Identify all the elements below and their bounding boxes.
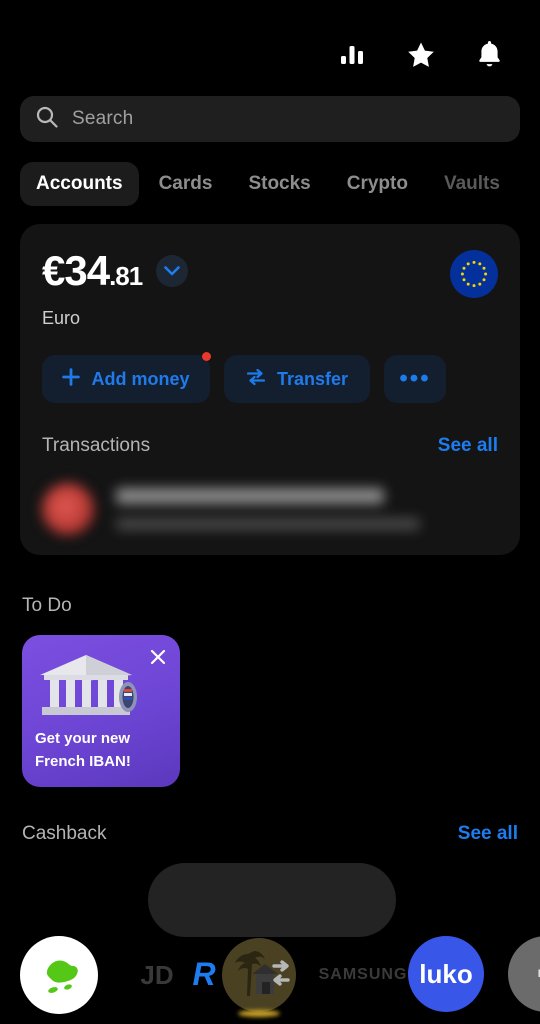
balance-row: €34.81 xyxy=(42,250,498,292)
todo-title: To Do xyxy=(22,595,72,616)
cashback-pill[interactable] xyxy=(148,863,396,937)
tab-accounts[interactable]: Accounts xyxy=(20,162,139,206)
avatar xyxy=(42,483,94,535)
todo-card-french-iban[interactable]: Get your new French IBAN! xyxy=(22,635,180,787)
account-balance: €34.81 xyxy=(42,247,143,294)
search-section: Search xyxy=(0,76,540,142)
table-row[interactable] xyxy=(42,483,498,535)
cashback-see-all[interactable]: See all xyxy=(458,823,518,845)
search-placeholder: Search xyxy=(72,108,134,129)
tab-stocks[interactable]: Stocks xyxy=(232,162,326,206)
transaction-text xyxy=(116,488,498,530)
todo-card-text: Get your new French IBAN! xyxy=(35,728,131,773)
more-icon: ••• xyxy=(399,365,431,392)
plus-icon xyxy=(62,367,81,391)
balance-cents: .81 xyxy=(109,261,143,291)
currency-name: Euro xyxy=(42,308,81,328)
bank-building-icon xyxy=(40,655,137,715)
tab-cards[interactable]: Cards xyxy=(143,162,229,206)
star-icon[interactable] xyxy=(406,39,436,69)
tab-bar: Accounts Cards Stocks Crypto Vaults xyxy=(0,142,540,206)
search-input[interactable]: Search xyxy=(20,96,520,142)
tab-vaults[interactable]: Vaults xyxy=(428,162,516,206)
transfer-button[interactable]: Transfer xyxy=(224,355,370,403)
bell-icon[interactable] xyxy=(474,39,504,69)
add-money-label: Add money xyxy=(91,368,190,389)
cashback-row xyxy=(0,855,540,945)
close-icon[interactable] xyxy=(150,649,166,665)
todo-line-1: Get your new xyxy=(35,730,131,747)
cashback-header: Cashback See all xyxy=(0,787,540,845)
top-icon-bar xyxy=(0,0,540,76)
transaction-subtitle xyxy=(116,518,420,530)
transactions-header: Transactions See all xyxy=(42,435,498,457)
transactions-see-all[interactable]: See all xyxy=(438,435,498,457)
chevron-down-icon[interactable] xyxy=(156,255,189,287)
cashback-title: Cashback xyxy=(22,823,107,844)
transaction-title xyxy=(116,488,384,504)
add-money-button[interactable]: Add money xyxy=(42,352,211,403)
holiday-transfer-overlay-icon[interactable] xyxy=(222,938,296,1012)
transfer-icon xyxy=(246,368,266,391)
revolut-r-logo[interactable]: R xyxy=(182,952,226,996)
search-icon xyxy=(36,106,58,133)
jd-logo[interactable]: JD xyxy=(134,952,180,998)
app-screen: Search Accounts Cards Stocks Crypto Vaul… xyxy=(0,0,540,1024)
account-card: €34.81 Euro Add money Transfer ••• Trans… xyxy=(20,224,520,555)
green-blob-logo[interactable] xyxy=(20,936,98,1014)
add-money-badge xyxy=(202,352,211,361)
tab-crypto[interactable]: Crypto xyxy=(331,162,424,206)
more-options-button[interactable]: ••• xyxy=(384,355,446,403)
transactions-title: Transactions xyxy=(42,435,151,456)
overlay-glow xyxy=(238,1010,280,1017)
samsung-logo[interactable]: SAMSUNG xyxy=(308,952,418,998)
my-logo[interactable]: MY xyxy=(508,936,540,1012)
luko-logo[interactable]: luko xyxy=(408,936,484,1012)
transfer-label: Transfer xyxy=(276,368,349,389)
account-actions: Add money Transfer ••• xyxy=(42,352,498,403)
eu-flag-icon xyxy=(450,250,498,298)
account-card-wrap: €34.81 Euro Add money Transfer ••• Trans… xyxy=(0,206,540,555)
balance-whole: €34 xyxy=(42,247,110,294)
analytics-icon[interactable] xyxy=(338,39,368,69)
todo-line-2: French IBAN! xyxy=(35,752,131,770)
